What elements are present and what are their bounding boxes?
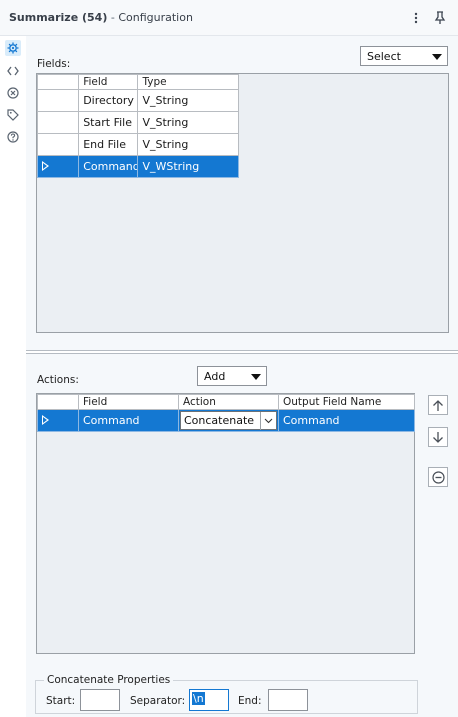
type-cell[interactable]: V_String [137,89,239,112]
end-label: End: [238,695,262,707]
action-cell[interactable]: Concatenate [178,409,279,432]
start-input[interactable] [80,689,120,711]
gear-icon[interactable] [5,40,21,56]
fields-table: Field Type Directory V_String Start File… [36,74,239,178]
actions-label: Actions: [37,374,79,386]
row-header[interactable] [37,409,79,432]
panel-splitter[interactable] [26,350,458,354]
panel-header: Summarize (54) - Configuration [0,0,458,36]
move-down-button[interactable] [428,427,448,447]
separator-label: Separator: [130,695,186,707]
row-header[interactable] [36,133,80,156]
chevron-down-icon [251,374,261,380]
table-row-selected[interactable]: Command Concatenate Command [37,409,415,432]
arrow-up-icon [433,399,443,411]
arrow-down-icon [433,431,443,443]
chevron-down-icon [432,54,442,60]
type-cell[interactable]: V_String [137,111,239,134]
configuration-content: Select Fields: Field Type Directory V_St… [26,36,458,717]
action-select[interactable]: Concatenate [180,411,277,430]
table-row[interactable]: Directory V_String [36,89,239,112]
help-icon[interactable] [5,129,21,145]
move-up-button[interactable] [428,395,448,415]
field-cell[interactable]: Command [78,155,139,178]
tool-name: Summarize (54) [9,11,108,24]
remove-button[interactable] [428,467,448,487]
row-header[interactable] [36,111,80,134]
chevron-down-icon [260,412,276,430]
actions-col-field[interactable]: Field [78,394,179,410]
actions-col-action[interactable]: Action [178,394,279,410]
panel-title: Summarize (54) - Configuration [9,11,193,24]
action-select-value: Concatenate [184,414,255,427]
field-cell[interactable]: End File [78,133,139,156]
table-row[interactable]: End File V_String [36,133,239,156]
select-dropdown[interactable]: Select [360,46,448,66]
actions-col-rowhead [37,394,79,410]
fields-col-field[interactable]: Field [78,74,139,90]
type-cell[interactable]: V_WString [137,155,239,178]
concatenate-properties: Concatenate Properties Start: Separator:… [35,674,418,714]
table-row-selected[interactable]: Command V_WString [36,155,239,178]
row-pointer-icon [42,415,49,425]
left-rail [0,36,26,717]
add-dropdown[interactable]: Add [197,366,267,386]
section-name: Configuration [118,11,193,24]
code-icon[interactable] [5,63,21,79]
pin-icon[interactable] [432,9,448,27]
output-field-cell[interactable]: Command [278,409,415,432]
field-cell[interactable]: Start File [78,111,139,134]
fields-col-type[interactable]: Type [137,74,239,90]
concatenate-properties-title: Concatenate Properties [44,674,174,686]
separator-input[interactable]: \n [189,689,229,711]
tag-icon[interactable] [5,107,21,123]
fields-label: Fields: [37,58,71,70]
actions-grid[interactable]: Field Action Output Field Name Command C… [36,393,415,654]
fields-grid[interactable]: Field Type Directory V_String Start File… [36,73,449,333]
field-cell[interactable]: Command [78,409,179,432]
more-vertical-icon[interactable] [408,9,424,27]
row-header[interactable] [36,89,80,112]
separator-value: \n [192,692,205,705]
actions-col-output[interactable]: Output Field Name [278,394,415,410]
actions-header-row: Field Action Output Field Name [37,394,415,410]
row-pointer-icon [42,161,49,171]
add-dropdown-label: Add [204,370,226,383]
title-separator: - [107,11,119,24]
start-label: Start: [46,695,76,707]
circle-x-icon[interactable] [5,85,21,101]
field-cell[interactable]: Directory [78,89,139,112]
actions-table: Field Action Output Field Name Command C… [37,394,415,432]
fields-col-rowhead [36,74,80,90]
remove-circle-icon [431,470,445,484]
row-header[interactable] [36,155,80,178]
type-cell[interactable]: V_String [137,133,239,156]
end-input[interactable] [268,689,308,711]
fields-header-row: Field Type [36,74,239,90]
select-dropdown-label: Select [367,50,401,63]
table-row[interactable]: Start File V_String [36,111,239,134]
